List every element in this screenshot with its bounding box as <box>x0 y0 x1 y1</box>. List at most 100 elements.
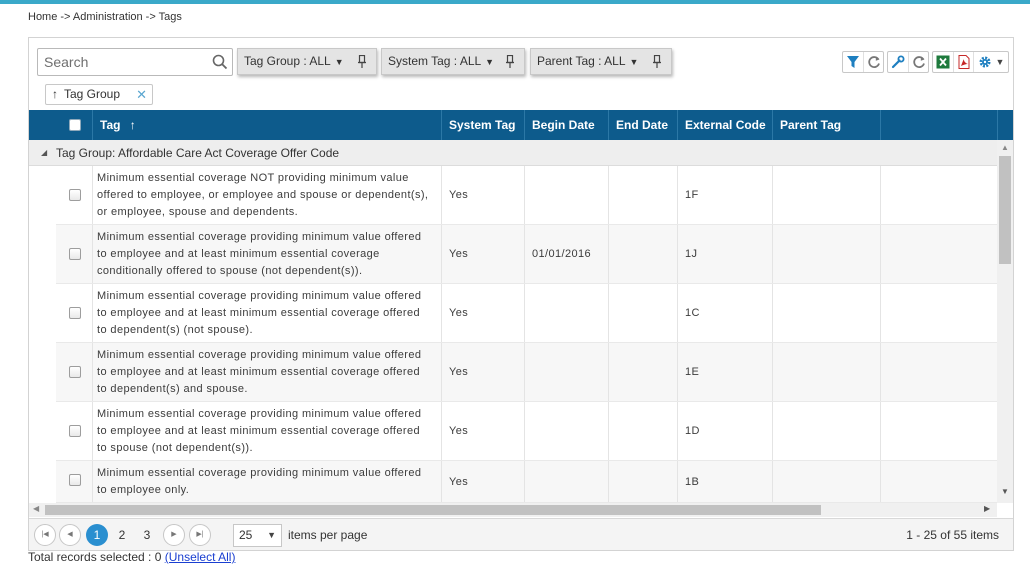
page-3-button[interactable]: 3 <box>136 524 158 546</box>
wrench-icon[interactable] <box>888 52 908 72</box>
table-row[interactable]: Minimum essential coverage providing min… <box>56 461 997 503</box>
search-box <box>37 48 233 76</box>
search-icon[interactable] <box>212 54 228 70</box>
blank-cell <box>880 343 997 401</box>
external-code-cell: 1C <box>677 284 772 342</box>
filter-icon[interactable] <box>843 52 863 72</box>
pager-info: 1 - 25 of 55 items <box>906 528 999 542</box>
scroll-up-icon[interactable]: ▲ <box>1001 143 1009 152</box>
vertical-scrollbar[interactable]: ▲ ▼ <box>997 140 1013 503</box>
system-tag-filter-button[interactable]: System Tag : ALL ▼ <box>381 48 525 75</box>
end-date-cell <box>608 225 677 283</box>
top-accent-bar <box>0 0 1030 4</box>
settings-toolgroup <box>887 51 929 73</box>
caret-down-icon: ▼ <box>485 57 495 67</box>
column-header-begin-date[interactable]: Begin Date <box>524 110 608 140</box>
external-code-cell: 1D <box>677 402 772 460</box>
vertical-scroll-thumb[interactable] <box>999 156 1011 264</box>
group-by-chip[interactable]: ↑ Tag Group ✕ <box>45 84 153 105</box>
pin-icon[interactable] <box>358 55 366 68</box>
parent-tag-cell <box>772 225 880 283</box>
system-tag-cell: Yes <box>441 461 524 502</box>
row-checkbox[interactable] <box>69 307 81 319</box>
pin-icon[interactable] <box>653 55 661 68</box>
system-tag-cell: Yes <box>441 343 524 401</box>
horizontal-scrollbar[interactable]: ◀ ▶ <box>29 503 997 517</box>
row-checkbox[interactable] <box>69 248 81 260</box>
row-checkbox[interactable] <box>69 366 81 378</box>
refresh-icon[interactable] <box>863 52 883 72</box>
gear-menu-button[interactable]: ▼ <box>973 52 1008 72</box>
items-per-page-label: items per page <box>288 528 368 542</box>
column-header-end-date[interactable]: End Date <box>608 110 677 140</box>
parent-tag-filter-button[interactable]: Parent Tag : ALL ▼ <box>530 48 672 75</box>
column-header-system-tag[interactable]: System Tag <box>441 110 524 140</box>
end-date-cell <box>608 284 677 342</box>
scroll-down-icon[interactable]: ▼ <box>1001 487 1009 496</box>
system-tag-filter-label: System Tag : ALL <box>388 54 482 68</box>
select-all-checkbox[interactable] <box>69 119 81 131</box>
search-input[interactable] <box>38 49 208 75</box>
excel-export-icon[interactable] <box>933 52 953 72</box>
tag-cell: Minimum essential coverage providing min… <box>92 402 441 460</box>
blank-cell <box>880 166 997 224</box>
previous-page-button[interactable]: ◀ <box>59 524 81 546</box>
external-code-cell: 1J <box>677 225 772 283</box>
first-page-button[interactable]: |◀ <box>34 524 56 546</box>
filter-toolgroup <box>842 51 884 73</box>
begin-date-cell <box>524 343 608 401</box>
table-row[interactable]: Minimum essential coverage NOT providing… <box>56 166 997 225</box>
page-size-select[interactable]: 25 ▼ <box>233 524 282 547</box>
row-checkbox[interactable] <box>69 425 81 437</box>
group-row: ◢ Tag Group: Affordable Care Act Coverag… <box>29 140 997 166</box>
blank-cell <box>880 461 997 502</box>
refresh-icon[interactable] <box>908 52 928 72</box>
external-code-cell: 1B <box>677 461 772 502</box>
table-row[interactable]: Minimum essential coverage providing min… <box>56 225 997 284</box>
export-toolgroup: ▼ <box>932 51 1009 73</box>
column-header-parent-tag[interactable]: Parent Tag <box>772 110 880 140</box>
begin-date-cell <box>524 166 608 224</box>
scroll-right-icon[interactable]: ▶ <box>984 504 990 513</box>
column-header-blank <box>880 110 997 140</box>
horizontal-scroll-thumb[interactable] <box>45 505 821 515</box>
grid-body: ◢ Tag Group: Affordable Care Act Coverag… <box>29 140 997 503</box>
end-date-cell <box>608 461 677 502</box>
close-icon[interactable]: ✕ <box>136 85 147 104</box>
tag-cell: Minimum essential coverage providing min… <box>92 343 441 401</box>
table-row[interactable]: Minimum essential coverage providing min… <box>56 402 997 461</box>
collapse-group-icon[interactable]: ◢ <box>41 140 47 166</box>
blank-cell <box>880 225 997 283</box>
begin-date-cell <box>524 284 608 342</box>
table-row[interactable]: Minimum essential coverage providing min… <box>56 343 997 402</box>
breadcrumb: Home -> Administration -> Tags <box>28 11 182 23</box>
column-header-external-code[interactable]: External Code <box>677 110 772 140</box>
begin-date-cell: 01/01/2016 <box>524 225 608 283</box>
table-row[interactable]: Minimum essential coverage providing min… <box>56 284 997 343</box>
column-header-tag[interactable]: Tag ↑ <box>92 110 441 140</box>
end-date-cell <box>608 166 677 224</box>
sort-ascending-icon: ↑ <box>52 87 58 101</box>
page-2-button[interactable]: 2 <box>111 524 133 546</box>
pin-icon[interactable] <box>506 55 514 68</box>
tag-group-filter-label: Tag Group : ALL <box>244 54 331 68</box>
last-page-button[interactable]: ▶| <box>189 524 211 546</box>
row-checkbox[interactable] <box>69 474 81 486</box>
system-tag-cell: Yes <box>441 166 524 224</box>
row-checkbox[interactable] <box>69 189 81 201</box>
page-1-button[interactable]: 1 <box>86 524 108 546</box>
unselect-all-link[interactable]: (Unselect All) <box>165 550 236 564</box>
page-size-value: 25 <box>239 528 253 542</box>
begin-date-cell <box>524 402 608 460</box>
next-page-button[interactable]: ▶ <box>163 524 185 546</box>
pager: |◀ ◀ 1 2 3 ▶ ▶| 25 ▼ items per page 1 - … <box>29 518 1013 550</box>
caret-down-icon: ▼ <box>629 57 639 67</box>
group-by-chip-label: Tag Group <box>64 87 121 101</box>
end-date-cell <box>608 343 677 401</box>
pdf-export-icon[interactable] <box>953 52 973 72</box>
scroll-left-icon[interactable]: ◀ <box>33 504 39 513</box>
tags-grid-panel: Tag Group : ALL▼ System Tag : ALL▼ Paren… <box>28 37 1014 551</box>
system-tag-cell: Yes <box>441 225 524 283</box>
tag-group-filter-button[interactable]: Tag Group : ALL ▼ <box>237 48 377 75</box>
grid-header: Tag ↑ System Tag Begin Date End Date Ext… <box>29 110 1013 140</box>
